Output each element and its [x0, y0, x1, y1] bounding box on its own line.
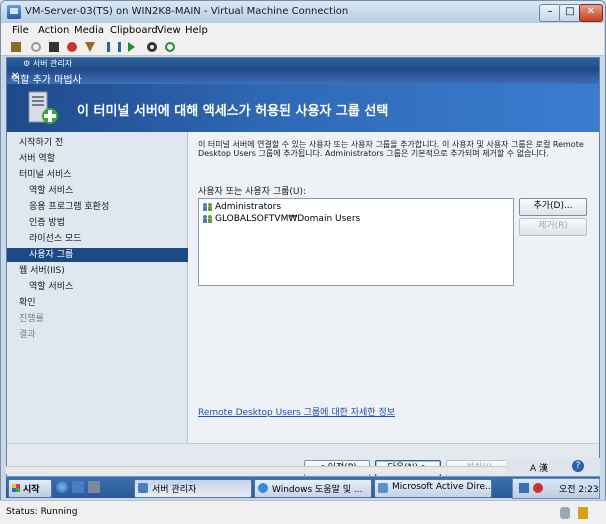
- server-manager-bar: ⚙ 서버 관리자: [7, 58, 599, 70]
- status-bar: Status: Running: [0, 500, 606, 524]
- start-icon[interactable]: [31, 42, 41, 52]
- menu-clipboard[interactable]: Clipboard: [110, 25, 158, 36]
- revert-icon[interactable]: [165, 42, 175, 52]
- menu-file[interactable]: File: [12, 25, 29, 36]
- shutdown-icon[interactable]: [67, 42, 77, 52]
- group-icon: [203, 215, 212, 223]
- guest-taskbar: 시작 서버 관리자 Windows 도움말 및 ... Microsoft Ac…: [6, 476, 600, 499]
- volume-muted-icon[interactable]: [533, 483, 543, 493]
- step-terminal-services[interactable]: 터미널 서비스: [7, 168, 199, 182]
- menu-help[interactable]: Help: [185, 25, 208, 36]
- user-groups-label: 사용자 또는 사용자 그룹(U):: [198, 187, 307, 197]
- taskbar-item-server-manager[interactable]: 서버 관리자: [134, 479, 252, 498]
- step-licensing-mode[interactable]: 라이선스 모드: [7, 232, 209, 246]
- save-icon[interactable]: [85, 42, 95, 52]
- minimize-button[interactable]: –: [539, 4, 561, 22]
- step-iis-role-services[interactable]: 역할 서비스: [7, 280, 209, 294]
- vm-window-icon: [7, 5, 21, 19]
- wizard-content: 이 터미널 서버에 연결할 수 있는 사용자 또는 사용자 그룹을 추가합니다.…: [188, 132, 599, 443]
- help-app-icon: [258, 483, 268, 493]
- remove-button: 제거(R): [519, 218, 587, 236]
- step-results: 결과: [19, 330, 36, 340]
- step-role-services[interactable]: 역할 서비스: [7, 184, 209, 198]
- add-button[interactable]: 추가(D)...: [519, 198, 587, 216]
- step-progress: 진행률: [19, 314, 44, 324]
- menu-media[interactable]: Media: [74, 25, 104, 36]
- clock[interactable]: 오전 2:23: [559, 482, 599, 495]
- wizard-header: 이 터미널 서버에 대해 액세스가 허용된 사용자 그룹 선택: [7, 84, 599, 132]
- taskbar-item-windows-help[interactable]: Windows 도움말 및 ...: [254, 479, 372, 498]
- lock-icon: [578, 507, 588, 519]
- network-icon[interactable]: [519, 483, 529, 493]
- snapshot-icon[interactable]: [147, 42, 157, 52]
- ctrl-alt-del-icon[interactable]: [11, 42, 21, 52]
- reset-icon[interactable]: [128, 42, 135, 52]
- taskbar-item-active-directory[interactable]: Microsoft Active Dire...: [374, 479, 492, 498]
- show-desktop-icon[interactable]: [88, 481, 100, 493]
- start-button[interactable]: 시작: [8, 479, 52, 498]
- more-info-link[interactable]: Remote Desktop Users 그룹에 대한 자세한 정보: [198, 405, 395, 418]
- wizard-body: 시작하기 전 서버 역할 터미널 서비스 역할 서비스 응용 프로그램 호환성 …: [7, 132, 599, 483]
- pause-icon[interactable]: [107, 42, 121, 52]
- language-indicator[interactable]: A 漢: [530, 461, 548, 474]
- wizard-header-title: 이 터미널 서버에 대해 액세스가 허용된 사용자 그룹 선택: [77, 104, 389, 119]
- vm-title-bar[interactable]: VM-Server-03(TS) on WIN2K8-MAIN - Virtua…: [1, 1, 604, 23]
- ie-icon[interactable]: [56, 481, 68, 493]
- mouse-icon: [560, 507, 570, 519]
- active-directory-icon: [378, 483, 388, 493]
- step-auth-method[interactable]: 인증 방법: [7, 216, 209, 230]
- step-app-compatibility[interactable]: 응용 프로그램 호환성: [7, 200, 209, 214]
- help-icon[interactable]: ?: [572, 460, 584, 472]
- step-web-server[interactable]: 웹 서버(IIS): [7, 264, 199, 278]
- close-button[interactable]: ✕: [579, 4, 603, 22]
- server-manager-quick-icon[interactable]: [72, 481, 84, 493]
- menu-bar: File Action Media Clipboard View Help: [1, 23, 604, 39]
- wizard-title-bar[interactable]: 역할 추가 마법사 ✕: [7, 70, 599, 86]
- vm-toolbar: [1, 39, 604, 56]
- menu-view[interactable]: View: [157, 25, 181, 36]
- menu-action[interactable]: Action: [38, 25, 69, 36]
- language-bar[interactable]: A 漢 ?: [506, 458, 600, 476]
- guest-screen: ⚙ 서버 관리자 역할 추가 마법사 ✕ 이 터미널 서버에 대해 액세스가 허…: [6, 57, 600, 484]
- vm-window-title: VM-Server-03(TS) on WIN2K8-MAIN - Virtua…: [25, 6, 349, 17]
- turn-off-icon[interactable]: [49, 42, 59, 52]
- wizard-steps-nav: 시작하기 전 서버 역할 터미널 서비스 역할 서비스 응용 프로그램 호환성 …: [7, 132, 209, 443]
- step-confirmation[interactable]: 확인: [7, 296, 199, 310]
- step-server-roles[interactable]: 서버 역할: [7, 152, 199, 166]
- wizard-close-icon[interactable]: ✕: [11, 71, 599, 82]
- user-groups-list[interactable]: Administrators GLOBALSOFTVM₩Domain Users: [198, 198, 514, 286]
- step-user-groups[interactable]: 사용자 그룹: [7, 248, 209, 262]
- system-tray: 오전 2:23: [512, 478, 600, 499]
- step-before-you-begin[interactable]: 시작하기 전: [7, 136, 199, 150]
- status-text: Status: Running: [6, 507, 78, 517]
- group-icon: [203, 203, 212, 211]
- page-description: 이 터미널 서버에 연결할 수 있는 사용자 또는 사용자 그룹을 추가합니다.…: [198, 140, 584, 158]
- maximize-button[interactable]: □: [559, 4, 581, 22]
- server-users-icon: [28, 91, 58, 124]
- server-manager-icon: [138, 483, 148, 493]
- windows-logo-icon: [12, 484, 20, 492]
